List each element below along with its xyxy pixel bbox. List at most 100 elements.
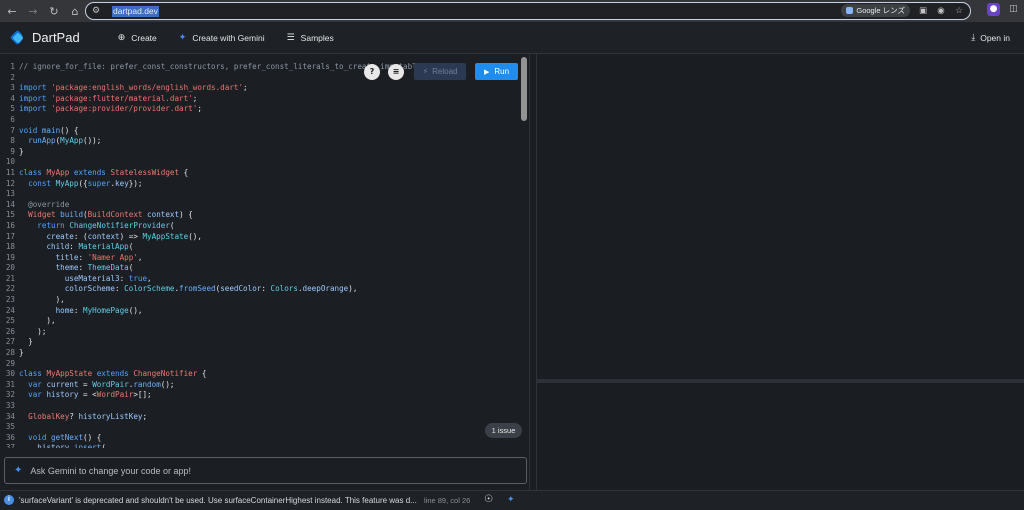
code-line[interactable]: 18 child: MaterialApp(	[0, 242, 426, 253]
code-line[interactable]: 31 var current = WordPair.random();	[0, 380, 426, 391]
code-line[interactable]: 3 import 'package:english_words/english_w…	[0, 83, 426, 94]
extensions-icon[interactable]: ◫	[1007, 3, 1020, 16]
code-line[interactable]: 30 class MyAppState extends ChangeNotifie…	[0, 369, 426, 380]
code-line[interactable]: 35	[0, 422, 426, 433]
gemini-prompt-input[interactable]: ✦ Ask Gemini to change your code or app!	[4, 457, 527, 484]
issues-badge[interactable]: 1 issue	[485, 423, 522, 438]
status-message[interactable]: 'surfaceVariant' is deprecated and shoul…	[19, 496, 417, 505]
site-settings-icon[interactable]: ⚙	[92, 6, 106, 16]
code-token: @override	[19, 199, 70, 209]
code-line[interactable]: 4 import 'package:flutter/material.dart';	[0, 94, 426, 105]
code-line[interactable]: 23 ),	[0, 295, 426, 306]
code-line[interactable]: 19 title: 'Namer App',	[0, 253, 426, 264]
code-line[interactable]: 11 class MyApp extends StatelessWidget {	[0, 168, 426, 179]
line-number: 30	[5, 369, 15, 379]
address-bar[interactable]: ⚙ dartpad.dev Google レンズ ▣ ◉ ☆	[85, 2, 971, 20]
samples-button[interactable]: ☰ Samples	[287, 33, 334, 43]
editor-scrollbar[interactable]	[521, 57, 527, 121]
code-line[interactable]: 14 @override	[0, 200, 426, 211]
code-token: home	[55, 305, 74, 315]
url-text[interactable]: dartpad.dev	[112, 5, 159, 17]
code-token: >[];	[133, 390, 152, 400]
code-line[interactable]: 26 );	[0, 327, 426, 338]
code-line[interactable]: 22 colorScheme: ColorScheme.fromSeed(see…	[0, 284, 426, 295]
code-line[interactable]: 8 runApp(MyApp());	[0, 136, 426, 147]
help-icon[interactable]: ?	[364, 64, 380, 80]
lightbulb-icon[interactable]: ☉	[484, 494, 493, 505]
line-number: 18	[5, 242, 15, 252]
line-number: 33	[5, 401, 15, 410]
code-line[interactable]: 6	[0, 115, 426, 126]
line-number: 5	[10, 104, 15, 114]
code-line[interactable]: 34 GlobalKey? historyListKey;	[0, 412, 426, 423]
code-line[interactable]: 9}	[0, 147, 426, 158]
code-line[interactable]: 21 useMaterial3: true,	[0, 274, 426, 285]
format-icon[interactable]: ≡	[388, 64, 404, 80]
code-token: return	[37, 220, 70, 230]
code-token: runApp	[28, 136, 56, 146]
gemini-spark-icon: ✦	[178, 32, 187, 43]
line-number: 9	[10, 146, 15, 156]
reload-icon[interactable]: ↻	[45, 2, 63, 20]
reload-button[interactable]: ⚡ Reload	[414, 63, 466, 80]
google-lens-button[interactable]: Google レンズ	[841, 4, 910, 17]
create-with-gemini-button[interactable]: ✦ Create with Gemini	[179, 33, 265, 43]
line-number: 22	[5, 284, 15, 294]
code-lines[interactable]: 1// ignore_for_file: prefer_const_constr…	[0, 62, 426, 448]
code-line[interactable]: 36 void getNext() {	[0, 433, 426, 444]
code-line[interactable]: 24 home: MyHomePage(),	[0, 306, 426, 317]
code-line[interactable]: 2	[0, 73, 426, 84]
screenshot-icon[interactable]: ▣	[918, 6, 928, 16]
code-token: ,	[137, 252, 143, 262]
add-circle-icon: ⊕	[117, 32, 126, 43]
code-line[interactable]: 27 }	[0, 337, 426, 348]
incognito-off-icon[interactable]: ◉	[936, 6, 946, 16]
gemini-spark-icon[interactable]: ✦	[507, 495, 515, 505]
extension-profile-icon[interactable]: ●	[987, 3, 1000, 16]
gemini-placeholder[interactable]: Ask Gemini to change your code or app!	[30, 466, 191, 476]
run-button[interactable]: ▶ Run	[475, 63, 518, 80]
back-icon[interactable]: ←	[3, 2, 21, 20]
code-line[interactable]: 32 var history = <WordPair>[];	[0, 390, 426, 401]
code-line[interactable]: 15 Widget build(BuildContext context) {	[0, 210, 426, 221]
create-button[interactable]: ⊕ Create	[118, 33, 157, 43]
forward-icon[interactable]: →	[24, 2, 42, 20]
code-line[interactable]: 16 return ChangeNotifierProvider(	[0, 221, 426, 232]
code-line[interactable]: 33	[0, 401, 426, 412]
code-token: MyApp	[60, 136, 84, 146]
lens-label: Google レンズ	[856, 6, 905, 15]
console-output-pane[interactable]	[536, 383, 1024, 490]
code-token: (	[128, 263, 134, 273]
code-line[interactable]: 25 ),	[0, 316, 426, 327]
code-token: {	[183, 167, 189, 177]
code-line[interactable]: 10	[0, 157, 426, 168]
code-token: ),	[19, 295, 65, 305]
code-line[interactable]: 13	[0, 189, 426, 200]
code-line[interactable]: 20 theme: ThemeData(	[0, 263, 426, 274]
code-token: 'package:english_words/english_words.dar…	[51, 83, 244, 93]
code-line[interactable]: 5 import 'package:provider/provider.dart'…	[0, 104, 426, 115]
code-token: (	[169, 220, 175, 230]
app-preview-pane[interactable]	[536, 54, 1024, 379]
code-line[interactable]: 7 void main() {	[0, 126, 426, 137]
open-in-button[interactable]: ⤓ Open in	[971, 33, 1010, 43]
bookmark-star-icon[interactable]: ☆	[954, 6, 964, 16]
code-editor[interactable]: 1// ignore_for_file: prefer_const_constr…	[0, 54, 530, 448]
code-token: MyAppState	[46, 369, 97, 379]
code-line[interactable]: 17 create: (context) => MyAppState(),	[0, 232, 426, 243]
app-header: DartPad ⊕ Create ✦ Create with Gemini ☰ …	[0, 22, 1024, 54]
code-token: (),	[128, 305, 143, 315]
code-line[interactable]: 28}	[0, 348, 426, 359]
brand-title: DartPad	[32, 30, 80, 45]
code-token: child	[46, 242, 70, 252]
home-icon[interactable]: ⌂	[66, 2, 84, 20]
code-line[interactable]: 29	[0, 359, 426, 370]
code-line[interactable]: 12 const MyApp({super.key});	[0, 179, 426, 190]
code-line[interactable]: 1// ignore_for_file: prefer_const_constr…	[0, 62, 425, 73]
